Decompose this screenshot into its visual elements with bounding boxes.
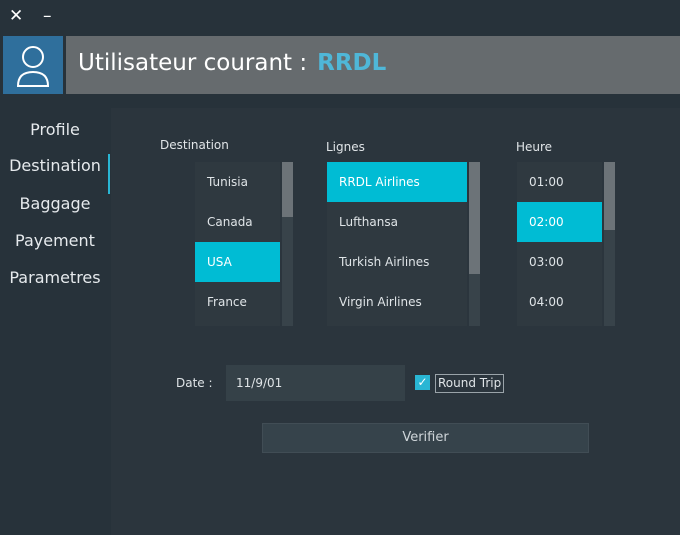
list-item[interactable]: 01:00 — [517, 162, 602, 202]
list-item[interactable]: 03:00 — [517, 242, 602, 282]
lignes-label: Lignes — [326, 140, 365, 154]
heure-list[interactable]: 01:00 02:00 03:00 04:00 — [517, 162, 602, 326]
sidebar-item-profile[interactable]: Profile — [0, 120, 110, 139]
destination-list[interactable]: Tunisia Canada USA France — [195, 162, 280, 326]
date-label: Date : — [176, 376, 213, 390]
list-item[interactable]: Lufthansa — [327, 202, 467, 242]
scroll-thumb[interactable] — [282, 162, 293, 217]
close-icon[interactable]: ✕ — [9, 6, 23, 26]
sidebar-item-payement[interactable]: Payement — [0, 231, 110, 250]
verify-button[interactable]: Verifier — [262, 423, 589, 453]
destination-label: Destination — [160, 138, 229, 152]
sidebar-item-parametres[interactable]: Parametres — [0, 268, 110, 287]
list-item[interactable]: Turkish Airlines — [327, 242, 467, 282]
scroll-thumb[interactable] — [469, 162, 480, 274]
destination-scrollbar[interactable] — [282, 162, 293, 326]
list-item-selected[interactable]: 02:00 — [517, 202, 602, 242]
heure-scrollbar[interactable] — [604, 162, 615, 326]
list-item[interactable]: Tunisia — [195, 162, 280, 202]
lignes-list[interactable]: RRDL Airlines Lufthansa Turkish Airlines… — [327, 162, 467, 326]
list-item-selected[interactable]: RRDL Airlines — [327, 162, 467, 202]
list-item[interactable]: 04:00 — [517, 282, 602, 322]
list-item-selected[interactable]: USA — [195, 242, 280, 282]
current-username: RRDL — [317, 50, 387, 76]
round-trip-label[interactable]: Round Trip — [435, 374, 505, 393]
user-icon — [16, 46, 50, 87]
current-user-label: Utilisateur courant : — [78, 50, 308, 76]
sidebar-item-baggage[interactable]: Baggage — [0, 194, 110, 213]
avatar — [3, 36, 63, 94]
header-bar: Utilisateur courant : RRDL — [66, 36, 680, 94]
list-item[interactable]: France — [195, 282, 280, 322]
list-item[interactable]: Virgin Airlines — [327, 282, 467, 322]
sidebar-item-destination[interactable]: Destination — [0, 154, 110, 194]
round-trip-checkbox[interactable]: ✓ — [415, 375, 430, 390]
header: Utilisateur courant : RRDL — [0, 34, 680, 96]
title-bar: ✕ – — [0, 0, 680, 34]
heure-label: Heure — [516, 140, 553, 154]
lignes-scrollbar[interactable] — [469, 162, 480, 326]
list-item[interactable]: Canada — [195, 202, 280, 242]
date-field[interactable]: 11/9/01 — [226, 365, 405, 401]
minimize-icon[interactable]: – — [43, 6, 52, 26]
scroll-thumb[interactable] — [604, 162, 615, 230]
current-user-heading: Utilisateur courant : RRDL — [78, 50, 386, 76]
